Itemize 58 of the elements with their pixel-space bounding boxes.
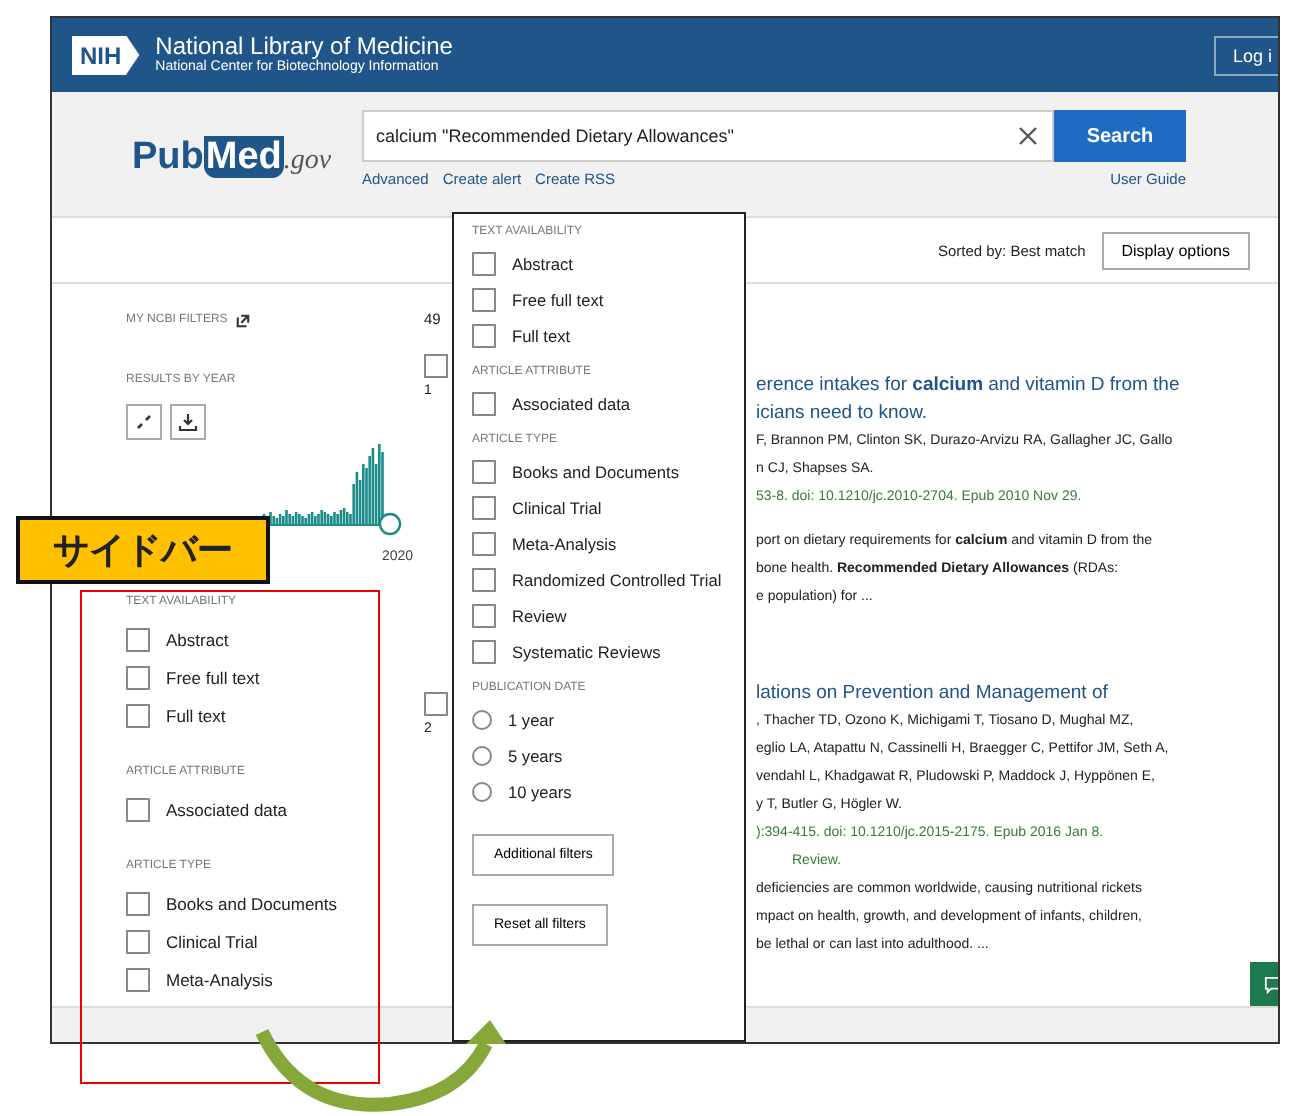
display-options-button[interactable]: Display options bbox=[1101, 231, 1250, 269]
search-field[interactable]: calcium "Recommended Dietary Allowances" bbox=[362, 110, 1054, 162]
close-icon[interactable] bbox=[1018, 126, 1038, 146]
checkbox[interactable] bbox=[424, 692, 448, 716]
checkbox[interactable] bbox=[472, 392, 496, 416]
callout-label: サイドバー bbox=[16, 516, 270, 584]
checkbox[interactable] bbox=[472, 324, 496, 348]
checkbox-label: Books and Documents bbox=[166, 893, 338, 913]
checkbox[interactable] bbox=[472, 252, 496, 276]
checkbox-label: Abstract bbox=[512, 254, 573, 274]
checkbox-label: Associated data bbox=[166, 799, 287, 819]
checkbox[interactable] bbox=[126, 797, 150, 821]
checkbox-label: Review bbox=[512, 606, 567, 626]
checkbox[interactable] bbox=[126, 703, 150, 727]
checkbox[interactable] bbox=[472, 288, 496, 312]
result-title[interactable]: erence intakes for calcium and vitamin D from the bbox=[756, 372, 1180, 400]
checkbox-label: Meta-Analysis bbox=[166, 969, 273, 989]
checkbox-label: Meta-Analysis bbox=[512, 534, 617, 554]
checkbox[interactable] bbox=[126, 665, 150, 689]
checkbox[interactable] bbox=[472, 640, 496, 664]
radio-label: 1 year bbox=[508, 710, 555, 730]
checkbox[interactable] bbox=[472, 532, 496, 556]
radio-label: 5 years bbox=[508, 746, 563, 766]
download-button[interactable] bbox=[170, 404, 206, 440]
download-icon bbox=[178, 412, 198, 432]
checkbox-label: Free full text bbox=[512, 290, 604, 310]
site-title: National Library of Medicine bbox=[155, 34, 453, 60]
checkbox-label: Free full text bbox=[166, 667, 260, 687]
checkbox-label: Clinical Trial bbox=[512, 498, 602, 518]
checkbox[interactable] bbox=[126, 929, 150, 953]
login-button[interactable]: Log i bbox=[1214, 35, 1278, 75]
checkbox-label: Randomized Controlled Trial bbox=[512, 570, 722, 590]
result-title[interactable]: icians need to know. bbox=[756, 400, 928, 428]
checkbox[interactable] bbox=[126, 891, 150, 915]
radio-button[interactable] bbox=[472, 710, 492, 730]
checkbox-label: Full text bbox=[166, 705, 226, 725]
result-title[interactable]: lations on Prevention and Management of bbox=[756, 680, 1108, 708]
checkbox[interactable] bbox=[472, 460, 496, 484]
checkbox[interactable] bbox=[126, 967, 150, 991]
checkbox-label: Abstract bbox=[166, 629, 229, 649]
expand-icon bbox=[134, 412, 154, 432]
nih-logo[interactable]: NIH bbox=[72, 35, 140, 75]
search-button[interactable]: Search bbox=[1054, 110, 1186, 162]
checkbox-label: Systematic Reviews bbox=[512, 642, 661, 662]
external-link-icon[interactable] bbox=[235, 313, 250, 327]
pubmed-logo[interactable]: PubMed.gov bbox=[52, 92, 362, 180]
radio-button[interactable] bbox=[472, 782, 492, 802]
checkbox[interactable] bbox=[424, 354, 448, 378]
checkbox[interactable] bbox=[126, 627, 150, 651]
radio-label: 10 years bbox=[508, 782, 572, 802]
checkbox-label: Clinical Trial bbox=[166, 931, 258, 951]
checkbox[interactable] bbox=[472, 568, 496, 592]
checkbox[interactable] bbox=[472, 496, 496, 520]
radio-button[interactable] bbox=[472, 746, 492, 766]
checkbox-label: Books and Documents bbox=[512, 462, 679, 482]
checkbox[interactable] bbox=[472, 604, 496, 628]
checkbox-label: Full text bbox=[512, 326, 571, 346]
checkbox-label: Associated data bbox=[512, 394, 631, 414]
